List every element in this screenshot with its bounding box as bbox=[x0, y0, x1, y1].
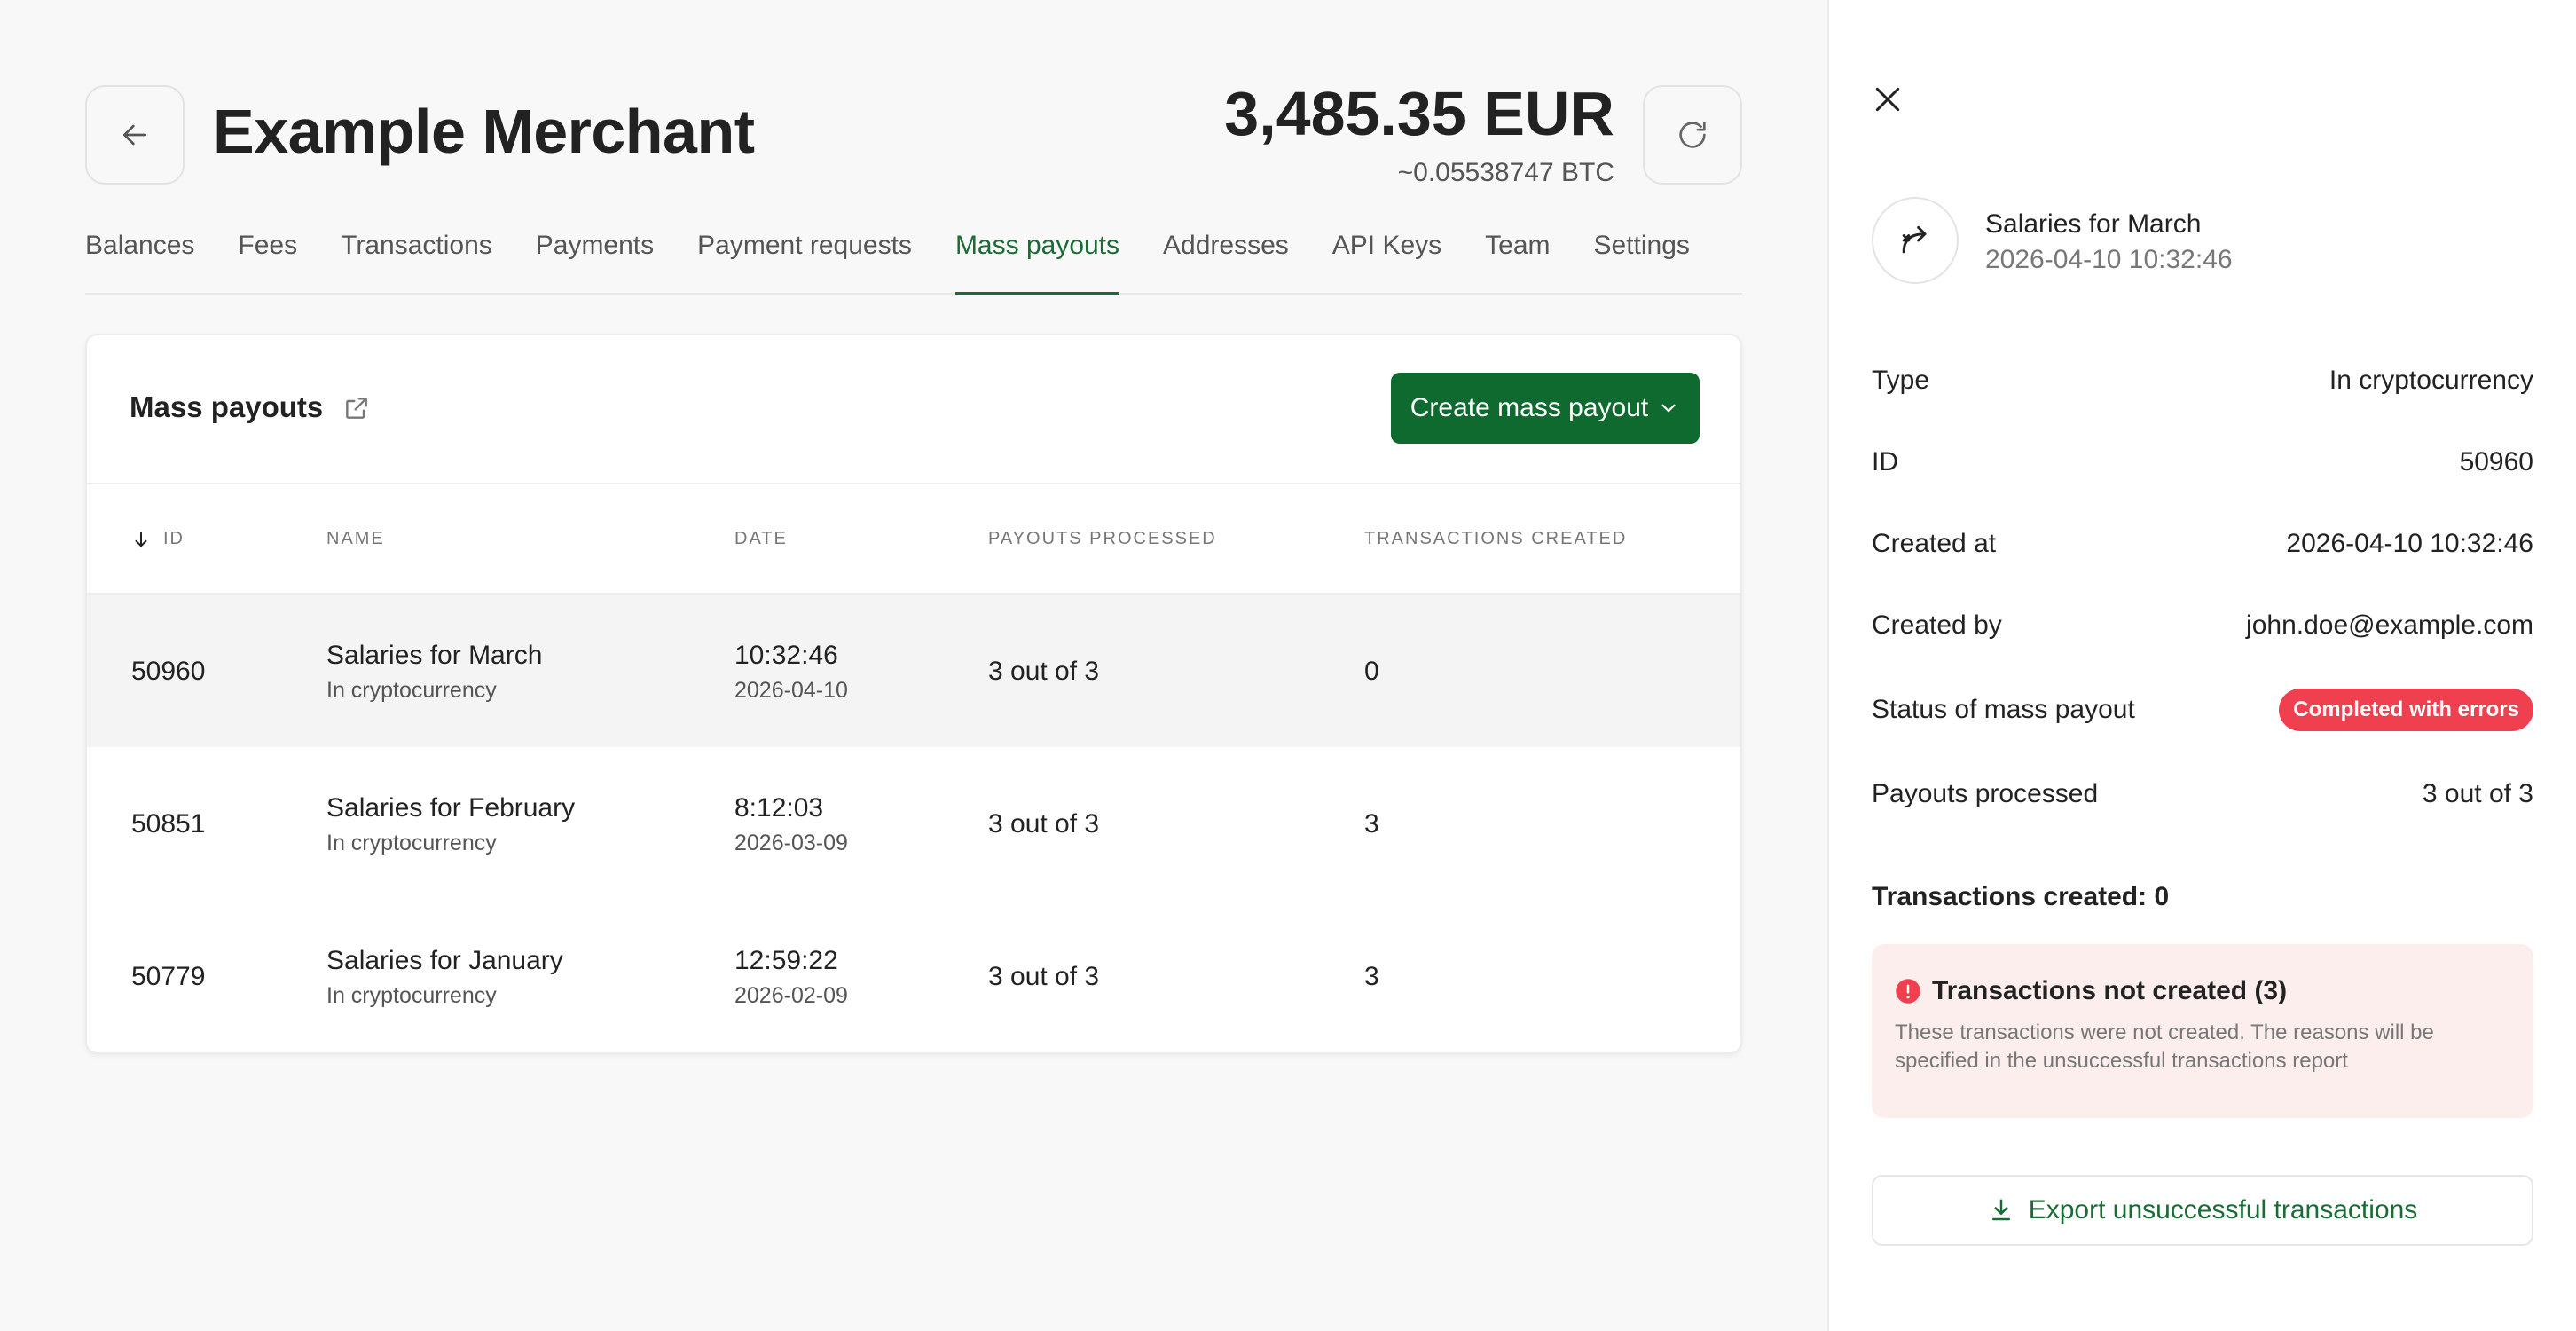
row-name: Salaries for February bbox=[326, 793, 576, 823]
column-transactions-created: Transactions created bbox=[1364, 529, 1628, 548]
tab-transactions[interactable]: Transactions bbox=[341, 222, 492, 295]
row-id: 50960 bbox=[131, 657, 206, 686]
payouts-table: ID Name Date Payouts processed Transacti… bbox=[87, 483, 1740, 1052]
row-name: Salaries for March bbox=[326, 641, 543, 670]
detail-value: 3 out of 3 bbox=[2422, 779, 2533, 808]
row-time: 12:59:22 bbox=[734, 946, 838, 975]
details-panel: Salaries for March 2026-04-10 10:32:46 T… bbox=[1827, 0, 2576, 1331]
row-transactions: 3 bbox=[1364, 809, 1379, 839]
mass-payouts-card: Mass payouts Create mass payout ID Name … bbox=[85, 334, 1742, 1054]
row-type: In cryptocurrency bbox=[326, 831, 497, 855]
table-row[interactable]: 50851 Salaries for February In cryptocur… bbox=[87, 747, 1740, 900]
row-date: 2026-03-09 bbox=[734, 831, 848, 855]
column-name: Name bbox=[326, 529, 385, 548]
row-date-cell: 12:59:22 2026-02-09 bbox=[734, 946, 848, 1009]
balance-amount: 3,485.35 EUR bbox=[1224, 79, 1614, 148]
row-name-cell: Salaries for January In cryptocurrency bbox=[326, 946, 563, 1009]
create-mass-payout-button[interactable]: Create mass payout bbox=[1391, 373, 1700, 444]
row-payouts: 3 out of 3 bbox=[988, 657, 1100, 686]
row-name-cell: Salaries for March In cryptocurrency bbox=[326, 641, 542, 704]
row-id: 50779 bbox=[131, 962, 206, 991]
detail-row-type: Type In cryptocurrency bbox=[1872, 366, 2533, 396]
tab-payment-requests[interactable]: Payment requests bbox=[697, 222, 912, 295]
detail-row-created-by: Created by john.doe@example.com bbox=[1872, 610, 2533, 641]
detail-value: In cryptocurrency bbox=[2329, 366, 2533, 395]
page-title: Example Merchant bbox=[213, 97, 755, 166]
download-icon bbox=[1991, 1199, 2010, 1221]
card-title: Mass payouts bbox=[130, 390, 324, 423]
detail-row-status: Status of mass payout Completed with err… bbox=[1872, 689, 2533, 731]
transactions-created-heading: Transactions created: 0 bbox=[1872, 882, 2170, 911]
tab-bar: Balances Fees Transactions Payments Paym… bbox=[85, 222, 1742, 295]
panel-payout-datetime: 2026-04-10 10:32:46 bbox=[1985, 245, 2233, 274]
row-payouts: 3 out of 3 bbox=[988, 962, 1100, 991]
detail-row-payouts-processed: Payouts processed 3 out of 3 bbox=[1872, 779, 2533, 809]
chevron-down-icon bbox=[1661, 404, 1676, 413]
tab-mass-payouts[interactable]: Mass payouts bbox=[954, 222, 1120, 295]
tab-settings[interactable]: Settings bbox=[1594, 222, 1690, 295]
row-date: 2026-04-10 bbox=[734, 678, 848, 703]
export-unsuccessful-button[interactable]: Export unsuccessful transactions bbox=[1872, 1175, 2533, 1246]
tab-addresses[interactable]: Addresses bbox=[1163, 222, 1289, 295]
row-transactions: 3 bbox=[1364, 962, 1379, 991]
main-area: Example Merchant 3,485.35 EUR ~0.0553874… bbox=[0, 0, 1827, 1331]
refresh-button[interactable] bbox=[1643, 85, 1742, 185]
payout-type-avatar bbox=[1872, 197, 1959, 284]
row-name: Salaries for January bbox=[326, 946, 563, 975]
row-time: 10:32:46 bbox=[734, 641, 838, 670]
column-date: Date bbox=[734, 529, 788, 548]
row-payouts: 3 out of 3 bbox=[988, 809, 1100, 839]
column-payouts-processed: Payouts processed bbox=[988, 529, 1217, 548]
panel-payout-name: Salaries for March bbox=[1985, 209, 2202, 239]
detail-label: ID bbox=[1872, 447, 1898, 476]
balance-btc: ~0.05538747 BTC bbox=[1397, 158, 1614, 187]
external-link-icon[interactable] bbox=[342, 394, 371, 422]
detail-label: Status of mass payout bbox=[1872, 695, 2135, 724]
close-icon bbox=[1875, 87, 1900, 112]
detail-label: Type bbox=[1872, 366, 1930, 395]
refresh-icon bbox=[1679, 122, 1706, 148]
error-alert: Transactions not created (3) These trans… bbox=[1872, 944, 2533, 1118]
alert-title: Transactions not created (3) bbox=[1932, 976, 2288, 1005]
tab-fees[interactable]: Fees bbox=[238, 222, 297, 295]
detail-label: Created by bbox=[1872, 610, 2002, 640]
alert-text: These transactions were not created. The… bbox=[1895, 1020, 2434, 1073]
detail-label: Payouts processed bbox=[1872, 779, 2099, 808]
table-row[interactable]: 50960 Salaries for March In cryptocurren… bbox=[87, 595, 1740, 747]
status-badge: Completed with errors bbox=[2279, 689, 2533, 731]
back-button[interactable] bbox=[85, 85, 185, 185]
detail-value: 50960 bbox=[2459, 447, 2533, 476]
detail-value: 2026-04-10 10:32:46 bbox=[2286, 529, 2533, 558]
arrow-left-icon bbox=[123, 124, 146, 146]
row-date-cell: 10:32:46 2026-04-10 bbox=[734, 641, 848, 704]
column-id-label: ID bbox=[163, 529, 185, 548]
error-icon bbox=[1896, 979, 1920, 1004]
balance-display: 3,485.35 EUR ~0.05538747 BTC bbox=[1224, 76, 1614, 188]
table-row[interactable]: 50779 Salaries for January In cryptocurr… bbox=[87, 900, 1740, 1052]
row-name-cell: Salaries for February In cryptocurrency bbox=[326, 793, 575, 856]
tab-payments[interactable]: Payments bbox=[536, 222, 654, 295]
row-transactions: 0 bbox=[1364, 657, 1379, 686]
detail-label: Created at bbox=[1872, 529, 1997, 558]
alert-title-row: Transactions not created (3) bbox=[1895, 976, 2510, 1006]
row-time: 8:12:03 bbox=[734, 793, 824, 823]
outgoing-arrow-icon bbox=[1902, 225, 1927, 254]
column-id[interactable]: ID bbox=[131, 529, 185, 549]
row-type: In cryptocurrency bbox=[326, 983, 497, 1008]
detail-value: john.doe@example.com bbox=[2246, 610, 2533, 640]
detail-row-id: ID 50960 bbox=[1872, 447, 2533, 477]
row-date: 2026-02-09 bbox=[734, 983, 848, 1008]
tab-team[interactable]: Team bbox=[1485, 222, 1550, 295]
export-label: Export unsuccessful transactions bbox=[2028, 1195, 2418, 1225]
row-id: 50851 bbox=[131, 809, 206, 839]
table-header: ID Name Date Payouts processed Transacti… bbox=[87, 484, 1740, 595]
sort-arrow-down-icon bbox=[135, 532, 147, 547]
row-date-cell: 8:12:03 2026-03-09 bbox=[734, 793, 848, 856]
close-button[interactable] bbox=[1870, 82, 1905, 117]
row-type: In cryptocurrency bbox=[326, 678, 497, 703]
tab-api-keys[interactable]: API Keys bbox=[1332, 222, 1441, 295]
tab-balances[interactable]: Balances bbox=[85, 222, 194, 295]
detail-row-created-at: Created at 2026-04-10 10:32:46 bbox=[1872, 529, 2533, 559]
create-mass-payout-label: Create mass payout bbox=[1410, 393, 1649, 422]
